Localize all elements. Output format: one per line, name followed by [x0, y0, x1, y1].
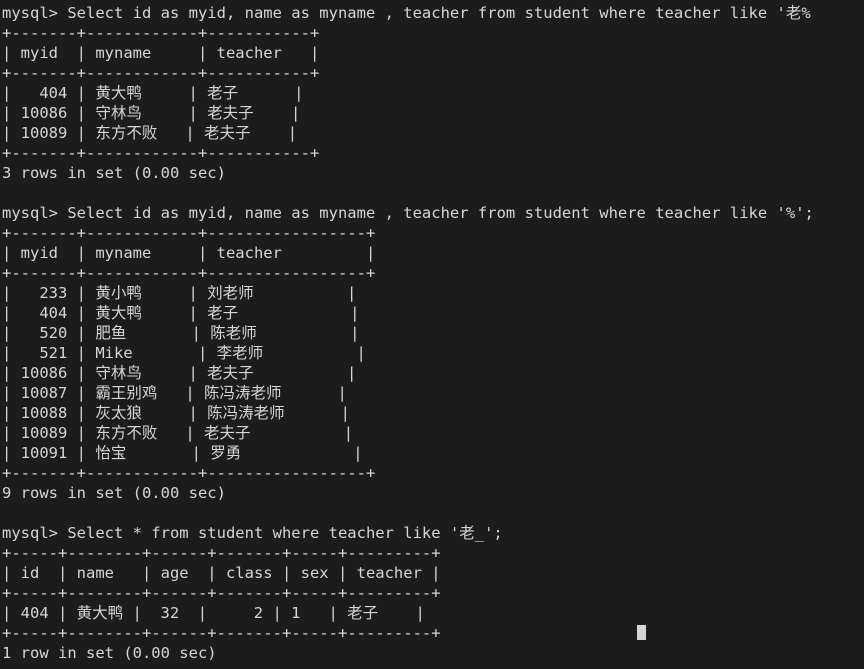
terminal-line: | 233 | 黄小鸭 | 刘老师 |	[2, 284, 357, 302]
terminal-line: mysql> Select * from student where teach…	[2, 524, 503, 542]
terminal-line: | 10086 | 守林鸟 | 老夫子 |	[2, 104, 301, 122]
terminal-line: | 10086 | 守林鸟 | 老夫子 |	[2, 364, 357, 382]
terminal-line: mysql> Select id as myid, name as myname…	[2, 4, 811, 22]
terminal-line: | myid | myname | teacher |	[2, 244, 376, 262]
terminal-line: +-------+------------+-----------------+	[2, 264, 376, 282]
terminal-line: +-----+--------+------+-------+-----+---…	[2, 544, 441, 562]
terminal-line: +-------+------------+-----------------+	[2, 224, 376, 242]
terminal-line: | 10091 | 怡宝 | 罗勇 |	[2, 444, 363, 462]
terminal-line: | 404 | 黄大鸭 | 老子 |	[2, 304, 360, 322]
terminal-line: +-----+--------+------+-------+-----+---…	[2, 584, 441, 602]
terminal-line: | 10089 | 东方不败 | 老夫子 |	[2, 424, 354, 442]
terminal-line: +-------+------------+-----------------+	[2, 464, 376, 482]
terminal-line: mysql> Select id as myid, name as myname…	[2, 204, 814, 222]
terminal-line: | myid | myname | teacher |	[2, 44, 320, 62]
cursor-padding	[441, 624, 637, 642]
terminal-line: | 10087 | 霸王别鸡 | 陈冯涛老师 |	[2, 384, 347, 402]
terminal-line: | 520 | 肥鱼 | 陈老师 |	[2, 324, 360, 342]
terminal-line: 1 row in set (0.00 sec)	[2, 644, 217, 662]
terminal-line: | 10089 | 东方不败 | 老夫子 |	[2, 124, 298, 142]
text-cursor	[636, 625, 646, 640]
terminal-line: +-----+--------+------+-------+-----+---…	[2, 623, 864, 643]
terminal-line: +-------+------------+-----------+	[2, 24, 320, 42]
terminal-line: | 404 | 黄大鸭 | 32 | 2 | 1 | 老子 |	[2, 604, 425, 622]
terminal-line: | 404 | 黄大鸭 | 老子 |	[2, 84, 304, 102]
terminal-line: | id | name | age | class | sex | teache…	[2, 564, 441, 582]
terminal-output[interactable]: mysql> Select id as myid, name as myname…	[0, 0, 864, 669]
terminal-line: | 521 | Mike | 李老师 |	[2, 344, 366, 362]
terminal-line: +-------+------------+-----------+	[2, 144, 320, 162]
terminal-line: 3 rows in set (0.00 sec)	[2, 164, 226, 182]
terminal-line: 9 rows in set (0.00 sec)	[2, 484, 226, 502]
terminal-line: +-------+------------+-----------+	[2, 64, 320, 82]
terminal-line: | 10088 | 灰太狼 | 陈冯涛老师 |	[2, 404, 350, 422]
